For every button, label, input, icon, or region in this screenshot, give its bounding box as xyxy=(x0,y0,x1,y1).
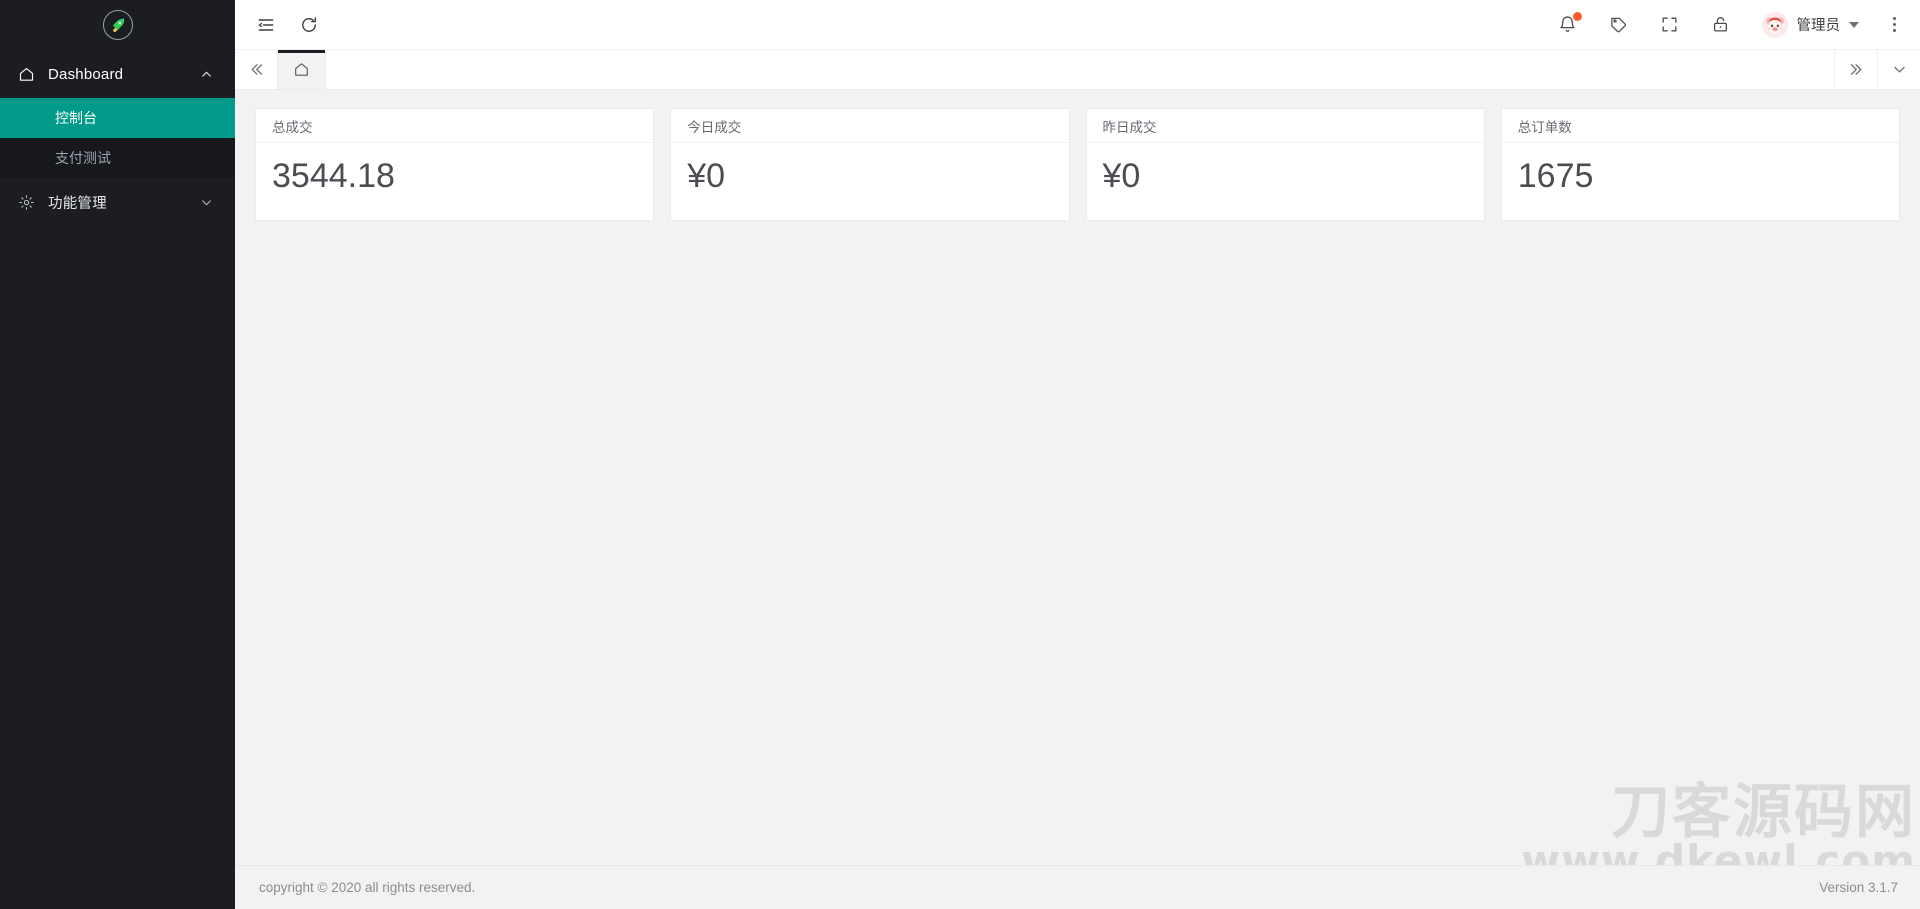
stat-card: 总成交 3544.18 xyxy=(255,108,655,222)
rocket-in-circle-logo xyxy=(102,10,133,40)
sidebar-item-dashboard[interactable]: Dashboard xyxy=(0,50,235,98)
sidebar-item-payment-test[interactable]: 支付测试 xyxy=(0,138,235,178)
sidebar-menu-dashboard: Dashboard 控制台 支付测试 xyxy=(0,50,235,178)
logo[interactable] xyxy=(0,0,235,50)
stat-card-value: ¥0 xyxy=(687,157,726,195)
home-icon xyxy=(295,63,308,76)
kebab-menu-icon[interactable] xyxy=(1891,15,1898,34)
tab-bar xyxy=(235,50,1920,90)
content-area: 总成交 3544.18 今日成交 ¥0 昨日成交 ¥0 总订单数 1675 刀客… xyxy=(235,90,1920,881)
rocket-icon xyxy=(112,17,124,33)
stat-card-title: 昨日成交 xyxy=(1086,109,1484,143)
tabs-strip xyxy=(278,50,1834,89)
watermark-line-1: 刀客源码网 xyxy=(1610,777,1916,847)
tab-home[interactable] xyxy=(278,50,326,89)
gear-icon xyxy=(19,194,34,210)
cartoon-pig-avatar xyxy=(1761,11,1788,38)
fullscreen-icon[interactable] xyxy=(1660,15,1679,34)
sidebar-menu-function: 功能管理 xyxy=(0,178,235,226)
stat-card-title: 今日成交 xyxy=(671,109,1069,143)
stat-card-value: ¥0 xyxy=(1102,157,1141,195)
stat-card-title: 总订单数 xyxy=(1501,109,1899,143)
refresh-icon[interactable] xyxy=(298,14,319,35)
tab-dropdown-icon[interactable] xyxy=(1877,50,1920,89)
stat-card-title: 总成交 xyxy=(256,109,654,143)
bell-icon[interactable] xyxy=(1558,12,1582,34)
sidebar-subitem-label: 控制台 xyxy=(55,110,97,126)
stat-card: 昨日成交 ¥0 xyxy=(1085,108,1485,222)
stat-card-body: 1675 xyxy=(1502,143,1899,220)
home-icon xyxy=(19,67,34,81)
version-text: Version 3.1.7 xyxy=(1819,880,1898,895)
chevron-down-icon[interactable] xyxy=(200,196,213,209)
copyright-text: copyright © 2020 all rights reserved. xyxy=(259,880,476,895)
notification-badge xyxy=(1572,12,1582,21)
caret-down-icon xyxy=(1849,21,1859,28)
sidebar-item-label: Dashboard xyxy=(48,65,124,83)
user-name: 管理员 xyxy=(1796,18,1841,34)
app-root: Dashboard 控制台 支付测试 功能管理 管理员 总成交 3544.18 … xyxy=(0,0,1920,909)
stat-card-value: 3544.18 xyxy=(272,157,395,195)
user-menu[interactable]: 管理员 xyxy=(1761,11,1859,38)
avatar xyxy=(1761,11,1788,38)
sidebar-subitem-label: 支付测试 xyxy=(55,150,111,166)
tag-icon[interactable] xyxy=(1609,15,1628,34)
main-area: 管理员 总成交 3544.18 今日成交 ¥0 昨日成交 ¥0 总订单数 167… xyxy=(235,0,1920,909)
stat-card-body: ¥0 xyxy=(671,143,1068,220)
sidebar-item-label: 功能管理 xyxy=(48,195,107,212)
stat-card-body: 3544.18 xyxy=(256,143,653,220)
footer: copyright © 2020 all rights reserved. Ve… xyxy=(235,865,1920,909)
stat-cards: 总成交 3544.18 今日成交 ¥0 昨日成交 ¥0 总订单数 1675 xyxy=(255,108,1900,222)
stat-card: 总订单数 1675 xyxy=(1500,108,1900,222)
stat-card-value: 1675 xyxy=(1517,157,1594,195)
stat-card-body: ¥0 xyxy=(1087,143,1484,220)
topbar-left-icons xyxy=(235,14,319,35)
sidebar-item-function-management[interactable]: 功能管理 xyxy=(0,178,235,226)
menu-fold-icon[interactable] xyxy=(255,14,276,35)
lock-icon[interactable] xyxy=(1711,15,1730,34)
stat-card: 今日成交 ¥0 xyxy=(670,108,1070,222)
sidebar: Dashboard 控制台 支付测试 功能管理 xyxy=(0,0,235,909)
sidebar-item-console[interactable]: 控制台 xyxy=(0,98,235,138)
sidebar-submenu-dashboard: 控制台 支付测试 xyxy=(0,98,235,178)
double-chevron-left-icon[interactable] xyxy=(235,50,278,89)
topbar-right-icons: 管理员 xyxy=(1558,11,1920,38)
double-chevron-right-icon[interactable] xyxy=(1834,50,1877,89)
chevron-up-icon[interactable] xyxy=(200,68,213,81)
topbar: 管理员 xyxy=(235,0,1920,50)
